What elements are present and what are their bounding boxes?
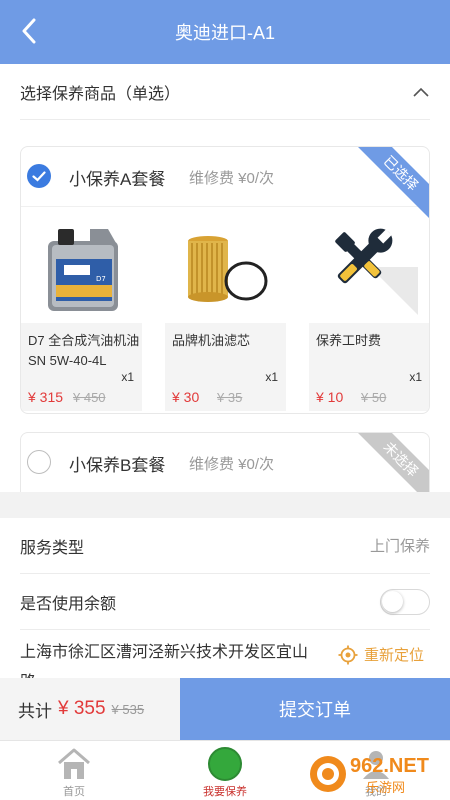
relocate-label: 重新定位 xyxy=(364,647,425,664)
order-total: 共计 ¥ 355 ¥ 535 xyxy=(0,678,180,740)
tools-icon xyxy=(317,219,422,315)
package-b-fee: 维修费 ¥0/次 xyxy=(189,456,275,473)
oil-filter-icon xyxy=(173,219,278,315)
package-b-name: 小保养B套餐 xyxy=(69,456,166,475)
tab-maintenance[interactable]: 我要保养 xyxy=(175,747,275,800)
list-item[interactable]: 品牌机油滤芯 x1 ¥ 30 ¥ 35 xyxy=(165,207,286,412)
item-original-price: ¥ 450 xyxy=(73,390,106,405)
package-selector-header[interactable]: 选择保养商品（单选） xyxy=(20,64,430,120)
total-original: ¥ 535 xyxy=(111,701,145,717)
balance-toggle[interactable] xyxy=(380,588,430,615)
package-card-b[interactable]: 小保养B套餐 维修费 ¥0/次 未选择 xyxy=(20,432,430,492)
oil-bottle-icon: D7 xyxy=(29,219,134,315)
item-name: 品牌机油滤芯 xyxy=(172,333,251,348)
item-qty: x1 xyxy=(265,370,278,384)
item-price: ¥ 10 xyxy=(316,389,344,405)
item-name: 保养工时费 xyxy=(316,333,382,348)
item-qty: x1 xyxy=(409,370,422,384)
watermark-text: 962.NET xyxy=(350,755,429,777)
maintenance-icon xyxy=(208,747,242,781)
package-a-name: 小保养A套餐 xyxy=(69,170,166,189)
package-b-header[interactable]: 小保养B套餐 维修费 ¥0/次 未选择 xyxy=(21,433,429,492)
back-arrow-icon[interactable] xyxy=(14,16,44,46)
service-type-value: 上门保养 xyxy=(369,538,430,555)
list-item[interactable]: D7 D7 全合成汽油机油SN 5W-40-4L x1 ¥ 315 ¥ 450 xyxy=(21,207,142,412)
tab-home[interactable]: 首页 xyxy=(24,747,124,800)
watermark-sub: 乐游网 xyxy=(366,781,405,796)
tab-maintenance-label: 我要保养 xyxy=(203,786,247,798)
radio-icon[interactable] xyxy=(27,450,51,474)
total-label: 共计 xyxy=(18,701,52,721)
watermark-logo: 962.NET 乐游网 xyxy=(304,742,450,800)
balance-label: 是否使用余额 xyxy=(20,595,117,613)
address-text: 上海市徐汇区漕河泾新兴技术开发区宜山路 xyxy=(20,644,309,678)
item-info: 保养工时费 x1 ¥ 10 ¥ 50 xyxy=(309,323,429,411)
page-title: 奥迪进口-A1 xyxy=(174,23,275,43)
service-type-row[interactable]: 服务类型 上门保养 xyxy=(20,518,430,574)
item-original-price: ¥ 35 xyxy=(217,390,243,405)
service-type-label: 服务类型 xyxy=(20,539,85,557)
package-a-header[interactable]: 小保养A套餐 维修费 ¥0/次 已选择 xyxy=(21,147,429,224)
chevron-up-icon[interactable] xyxy=(412,83,430,101)
item-info: D7 全合成汽油机油SN 5W-40-4L x1 ¥ 315 ¥ 450 xyxy=(21,323,142,411)
package-selector-title: 选择保养商品（单选） xyxy=(20,85,181,103)
top-bar: 奥迪进口-A1 xyxy=(0,0,450,64)
submit-order-button[interactable]: 提交订单 xyxy=(180,678,450,740)
item-original-price: ¥ 50 xyxy=(361,390,387,405)
package-a-fee: 维修费 ¥0/次 xyxy=(189,170,275,187)
package-section: 选择保养商品（单选） 小保养A套餐 维修费 ¥0/次 已选择 D7 D7 全合成… xyxy=(0,64,450,492)
tab-home-label: 首页 xyxy=(63,786,85,798)
balance-row: 是否使用余额 xyxy=(20,574,430,630)
toggle-knob xyxy=(382,590,403,612)
package-card-a[interactable]: 小保养A套餐 维修费 ¥0/次 已选择 D7 D7 全合成汽油机油SN 5W-4… xyxy=(20,146,430,414)
unselected-ribbon: 未选择 xyxy=(350,433,429,492)
item-qty: x1 xyxy=(121,370,134,384)
item-price: ¥ 30 xyxy=(172,389,200,405)
item-info: 品牌机油滤芯 x1 ¥ 30 ¥ 35 xyxy=(165,323,286,411)
list-item[interactable]: 保养工时费 x1 ¥ 10 ¥ 50 xyxy=(309,207,429,412)
package-a-items: D7 D7 全合成汽油机油SN 5W-40-4L x1 ¥ 315 ¥ 450 xyxy=(21,207,429,413)
total-amount: ¥ 355 xyxy=(58,698,106,719)
svg-text:D7: D7 xyxy=(96,275,106,283)
item-price: ¥ 315 xyxy=(28,389,64,405)
order-bar: 共计 ¥ 355 ¥ 535 提交订单 xyxy=(0,678,450,740)
item-name: D7 全合成汽油机油SN 5W-40-4L xyxy=(28,333,140,368)
home-icon xyxy=(58,748,90,779)
location-target-icon xyxy=(338,645,358,664)
check-icon[interactable] xyxy=(27,164,51,188)
relocate-button[interactable]: 重新定位 xyxy=(338,644,424,665)
